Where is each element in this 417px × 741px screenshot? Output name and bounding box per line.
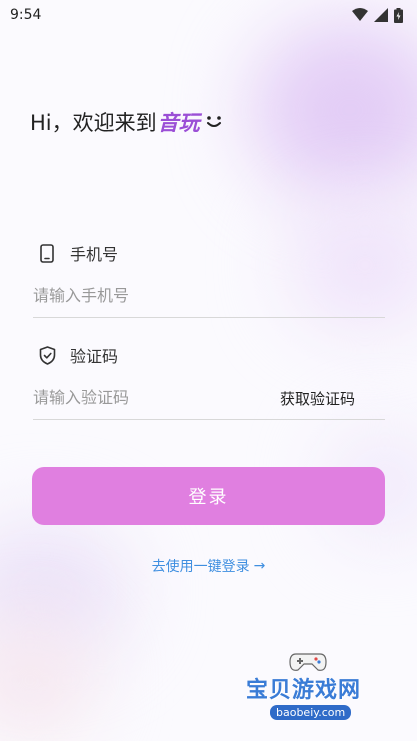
greeting-text: Hi，欢迎来到 (30, 111, 157, 135)
watermark-logo: 宝贝游戏网 baobeiy.com (240, 650, 390, 740)
battery-icon (394, 7, 403, 23)
code-label-row: 验证码 (33, 344, 385, 366)
smile-icon (206, 115, 222, 129)
phone-input[interactable] (33, 280, 263, 311)
brand-name: 音玩 (157, 111, 200, 135)
watermark-url: baobeiy.com (270, 705, 352, 720)
phone-icon (37, 243, 57, 263)
phone-label-row: 手机号 (33, 242, 385, 264)
status-time: 9:54 (10, 7, 42, 23)
one-key-login-link[interactable]: 去使用一键登录 → (0, 556, 417, 576)
get-code-button[interactable]: 获取验证码 (280, 388, 355, 409)
wifi-icon (352, 8, 368, 21)
arrow-right-icon: → (253, 558, 266, 574)
phone-label: 手机号 (70, 245, 119, 264)
one-key-login-label: 去使用一键登录 (151, 559, 250, 575)
watermark-text: 宝贝游戏网 (246, 678, 362, 703)
code-label: 验证码 (70, 347, 119, 366)
phone-field: 手机号 (33, 242, 385, 318)
signal-icon (374, 8, 388, 22)
code-field: 验证码 获取验证码 (33, 344, 385, 420)
gamepad-icon (289, 653, 327, 671)
status-icons (352, 7, 403, 23)
status-bar: 9:54 (0, 0, 417, 30)
phone-input-row (33, 274, 385, 318)
code-input[interactable] (33, 382, 263, 413)
login-button[interactable]: 登录 (32, 467, 385, 525)
code-input-row: 获取验证码 (33, 376, 385, 420)
shield-check-icon (37, 345, 57, 365)
welcome-greeting: Hi，欢迎来到 音玩 (30, 107, 222, 137)
